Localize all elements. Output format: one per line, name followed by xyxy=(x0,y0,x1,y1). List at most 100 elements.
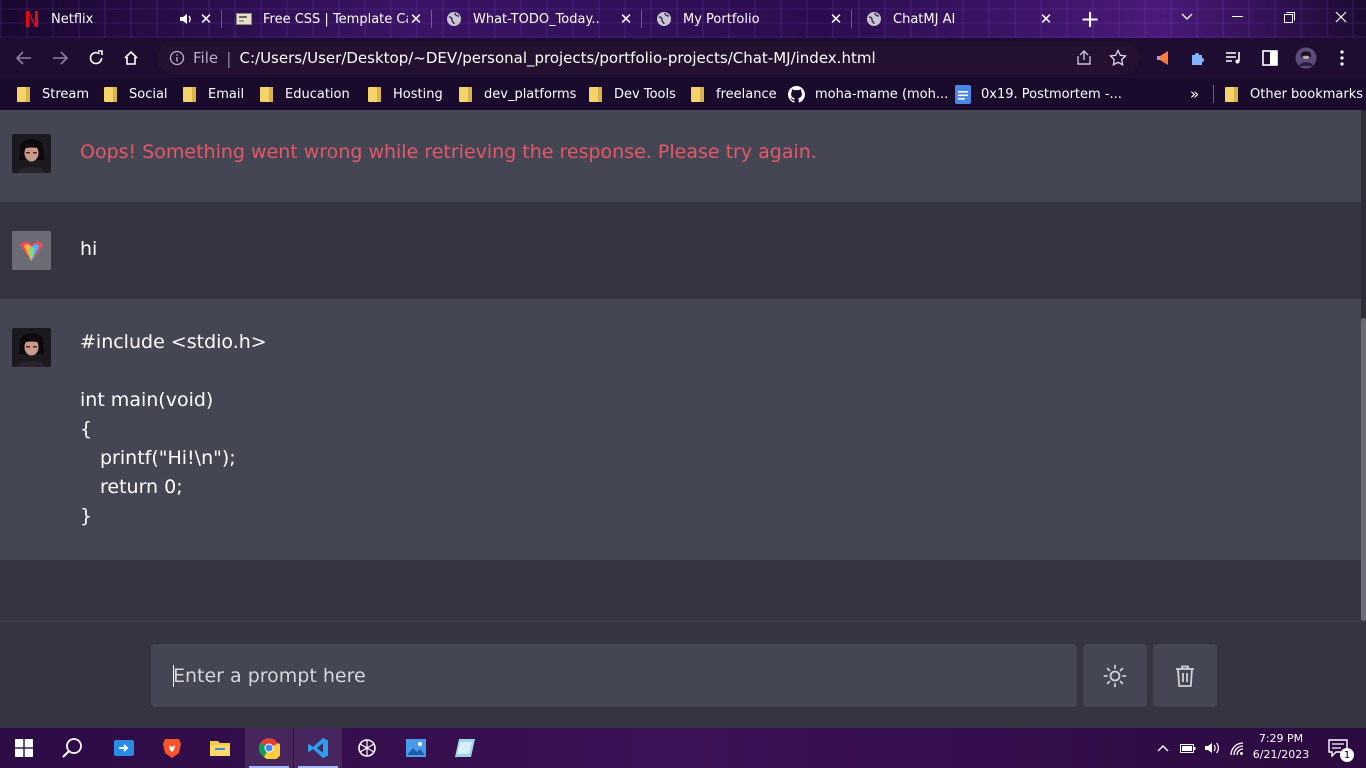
taskbar-app-remote[interactable] xyxy=(100,728,148,768)
share-icon[interactable] xyxy=(1075,50,1093,66)
bot-avatar xyxy=(12,134,51,173)
user-message: hi xyxy=(0,202,1361,299)
close-tab-icon[interactable]: ✕ xyxy=(618,10,634,28)
tab-what-todo[interactable]: What-TODO_Today.. ✕ xyxy=(432,0,642,38)
network-status[interactable] xyxy=(1226,728,1248,768)
bookmark-freelance[interactable]: freelance xyxy=(691,78,777,110)
bookmark-label: Stream xyxy=(42,86,90,102)
show-hidden-icons-button[interactable] xyxy=(1152,728,1174,768)
minimize-icon xyxy=(1231,16,1243,17)
text-caret xyxy=(173,665,174,687)
search-button[interactable] xyxy=(48,728,96,768)
globe-icon xyxy=(656,11,672,27)
taskbar-app-brave[interactable] xyxy=(148,728,196,768)
bookmark-postmortem[interactable]: 0x19. Postmortem -... xyxy=(955,78,1122,110)
code-line: printf("Hi!\n"); xyxy=(100,447,236,469)
star-icon[interactable] xyxy=(1109,49,1127,67)
taskbar-app-chatgpt[interactable] xyxy=(343,728,391,768)
clock-time: 7:29 PM xyxy=(1258,732,1304,745)
bookmark-hosting[interactable]: Hosting xyxy=(368,78,443,110)
folder-icon xyxy=(691,86,704,102)
taskbar-app-explorer[interactable] xyxy=(196,728,244,768)
bookmark-label: Dev Tools xyxy=(614,86,676,102)
globe-icon xyxy=(446,11,462,27)
back-button[interactable] xyxy=(12,46,36,70)
browser-menu-button[interactable] xyxy=(1330,46,1354,70)
bookmark-dev-platforms[interactable]: dev_platforms xyxy=(459,78,576,110)
speaker-icon[interactable] xyxy=(178,11,194,27)
extension-brave-button[interactable] xyxy=(1152,46,1176,70)
chat-scrollbar-thumb[interactable] xyxy=(1361,318,1366,621)
notification-center-button[interactable]: 1 xyxy=(1318,728,1358,768)
bookmark-label: moha-mame (moh... xyxy=(815,86,949,102)
restore-button[interactable] xyxy=(1264,0,1314,34)
bookmarks-overflow-button[interactable]: » xyxy=(1190,78,1199,110)
close-tab-icon[interactable]: ✕ xyxy=(198,10,214,28)
clock[interactable]: 7:29 PM 6/21/2023 xyxy=(1250,732,1312,761)
bookmark-dev-tools[interactable]: Dev Tools xyxy=(589,78,676,110)
restore-icon xyxy=(1283,11,1295,23)
bookmark-label: dev_platforms xyxy=(484,86,577,102)
folder-icon xyxy=(368,86,381,102)
info-icon[interactable] xyxy=(169,50,185,66)
media-controls-button[interactable] xyxy=(1222,46,1246,70)
reload-button[interactable] xyxy=(84,46,108,70)
new-tab-button[interactable]: + xyxy=(1072,0,1108,38)
home-button[interactable] xyxy=(119,46,143,70)
close-tab-icon[interactable]: ✕ xyxy=(828,10,844,28)
address-bar[interactable]: File | C:/Users/User/Desktop/~DEV/person… xyxy=(157,42,1140,74)
tab-chatmj-active[interactable]: ChatMJ AI ✕ xyxy=(852,0,1062,38)
user-message-text: hi xyxy=(80,238,98,260)
prompt-input[interactable] xyxy=(151,644,1077,707)
bookmark-education[interactable]: Education xyxy=(260,78,350,110)
profile-avatar[interactable] xyxy=(1294,46,1318,70)
folder-icon xyxy=(459,86,472,102)
taskbar-app-vscode[interactable] xyxy=(294,728,342,768)
tab-title: My Portfolio xyxy=(683,11,760,27)
reload-icon xyxy=(89,50,103,65)
bookmark-stream[interactable]: Stream xyxy=(17,78,89,110)
taskbar-app-snip[interactable] xyxy=(441,728,489,768)
prompt-area xyxy=(0,621,1366,728)
start-button[interactable] xyxy=(0,728,48,768)
bot-message-error: Oops! Something went wrong while retriev… xyxy=(0,110,1361,202)
forward-button[interactable] xyxy=(48,46,72,70)
tab-netflix[interactable]: Netflix ✕ xyxy=(10,0,222,38)
browser-tab-strip: Netflix ✕ Free CSS | Template Cat ✕ What… xyxy=(0,0,1366,38)
playlist-icon xyxy=(1226,52,1240,64)
tab-search-button[interactable] xyxy=(1162,0,1212,34)
chat-container: Oops! Something went wrong while retriev… xyxy=(0,110,1366,621)
bookmark-social[interactable]: Social xyxy=(104,78,168,110)
windows-taskbar: 7:29 PM 6/21/2023 1 xyxy=(0,728,1366,768)
minimize-button[interactable] xyxy=(1212,0,1262,34)
battery-status[interactable] xyxy=(1177,728,1199,768)
bookmark-email[interactable]: Email xyxy=(183,78,244,110)
volume-control[interactable] xyxy=(1201,728,1223,768)
docs-icon xyxy=(955,84,971,104)
theme-toggle-button[interactable] xyxy=(1083,644,1147,707)
code-line: { xyxy=(80,418,93,440)
tab-my-portfolio[interactable]: My Portfolio ✕ xyxy=(642,0,852,38)
close-tab-icon[interactable]: ✕ xyxy=(408,10,424,28)
url-text[interactable]: C:/Users/User/Desktop/~DEV/personal_proj… xyxy=(240,49,876,67)
side-panel-button[interactable] xyxy=(1258,46,1282,70)
close-window-button[interactable] xyxy=(1316,0,1366,34)
clock-date: 6/21/2023 xyxy=(1252,748,1310,761)
taskbar-app-photos[interactable] xyxy=(392,728,440,768)
taskbar-app-chrome[interactable] xyxy=(245,728,293,768)
avatar-icon xyxy=(1295,47,1317,69)
tab-free-css[interactable]: Free CSS | Template Cat ✕ xyxy=(222,0,432,38)
other-bookmarks[interactable]: Other bookmarks xyxy=(1225,78,1363,110)
extensions-button[interactable] xyxy=(1186,46,1210,70)
battery-icon xyxy=(1180,744,1196,753)
vscode-icon xyxy=(308,738,328,758)
bookmark-github[interactable]: moha-mame (moh... xyxy=(788,78,948,110)
remote-desktop-icon xyxy=(114,740,134,756)
close-icon xyxy=(1335,11,1347,23)
notification-badge: 1 xyxy=(1340,748,1354,762)
chevron-double-right-icon: » xyxy=(1190,85,1200,103)
arrow-right-icon xyxy=(53,51,68,65)
delete-chats-button[interactable] xyxy=(1153,644,1217,707)
close-tab-icon[interactable]: ✕ xyxy=(1038,10,1054,28)
